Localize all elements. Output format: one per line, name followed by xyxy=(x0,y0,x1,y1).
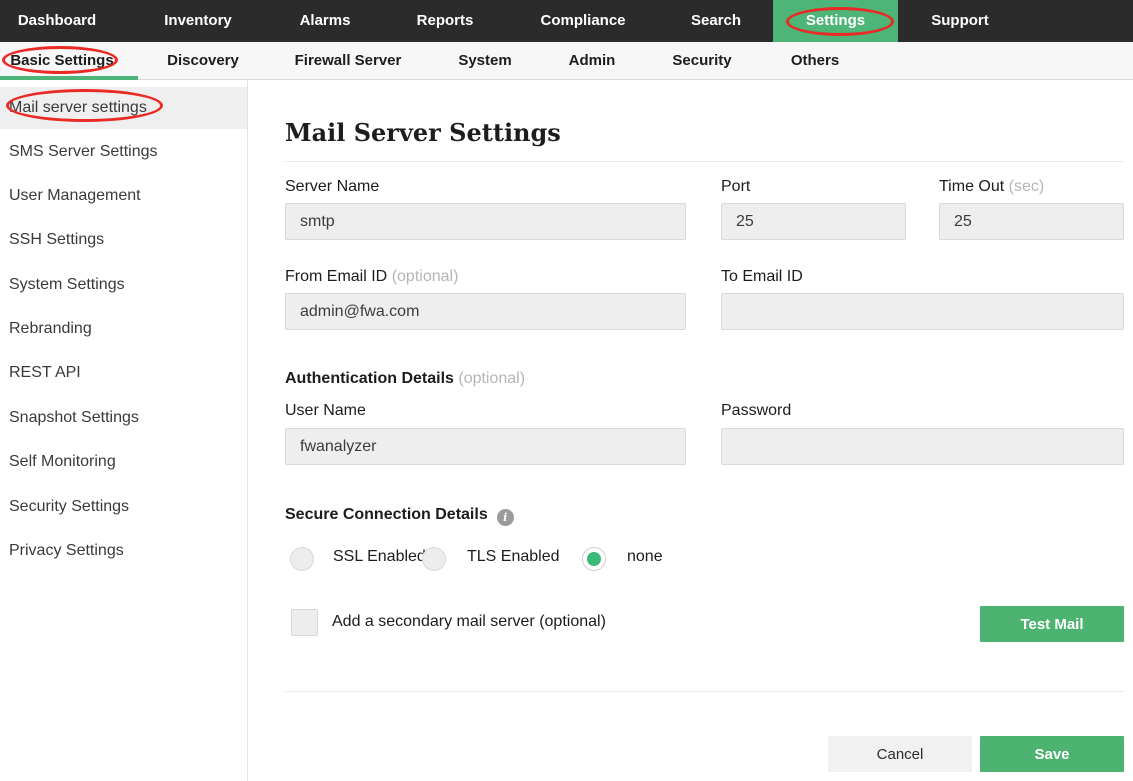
secondary-mail-server-checkbox[interactable] xyxy=(291,609,318,636)
user-name-label: User Name xyxy=(285,402,366,420)
server-name-input[interactable] xyxy=(285,203,686,240)
settings-sidebar: Mail server settings SMS Server Settings… xyxy=(0,80,248,781)
timeout-input[interactable] xyxy=(939,203,1124,240)
timeout-unit-hint: (sec) xyxy=(1009,178,1045,195)
sidebar-item-security-settings[interactable]: Security Settings xyxy=(0,486,247,528)
secondary-mail-server-label[interactable]: Add a secondary mail server (optional) xyxy=(332,613,606,631)
timeout-label: Time Out (sec) xyxy=(939,178,1044,196)
info-icon[interactable]: i xyxy=(497,509,514,526)
authentication-details-title: Authentication Details xyxy=(285,370,454,387)
sidebar-item-snapshot-settings[interactable]: Snapshot Settings xyxy=(0,397,247,439)
tls-enabled-radio[interactable] xyxy=(422,547,446,571)
nav-tab-inventory[interactable]: Inventory xyxy=(164,0,232,42)
sidebar-item-system-settings[interactable]: System Settings xyxy=(0,264,247,306)
server-name-label: Server Name xyxy=(285,178,379,196)
save-button[interactable]: Save xyxy=(980,736,1124,772)
from-email-label: From Email ID (optional) xyxy=(285,268,458,286)
from-email-optional-hint: (optional) xyxy=(392,268,459,285)
subnav-tab-others[interactable]: Others xyxy=(791,42,839,80)
nav-tab-settings-label: Settings xyxy=(806,12,865,29)
sidebar-item-user-management[interactable]: User Management xyxy=(0,175,247,217)
secure-connection-header: Secure Connection Details i xyxy=(285,506,514,526)
from-email-input[interactable] xyxy=(285,293,686,330)
none-radio-label[interactable]: none xyxy=(627,548,663,566)
user-name-input[interactable] xyxy=(285,428,686,465)
ssl-enabled-radio-label[interactable]: SSL Enabled xyxy=(333,548,426,566)
nav-tab-reports[interactable]: Reports xyxy=(417,0,474,42)
nav-tab-dashboard[interactable]: Dashboard xyxy=(18,0,96,42)
nav-tab-alarms[interactable]: Alarms xyxy=(300,0,351,42)
port-input[interactable] xyxy=(721,203,906,240)
mail-server-settings-page: Dashboard Inventory Alarms Reports Compl… xyxy=(0,0,1133,781)
sidebar-item-sms-server-settings[interactable]: SMS Server Settings xyxy=(0,131,247,173)
password-label: Password xyxy=(721,402,791,420)
subnav-tab-security[interactable]: Security xyxy=(672,42,731,80)
to-email-label: To Email ID xyxy=(721,268,803,286)
title-divider xyxy=(285,161,1124,162)
secure-connection-title: Secure Connection Details xyxy=(285,506,488,523)
subnav-tab-system[interactable]: System xyxy=(458,42,511,80)
port-label: Port xyxy=(721,178,750,196)
none-radio[interactable] xyxy=(582,547,606,571)
sidebar-item-self-monitoring[interactable]: Self Monitoring xyxy=(0,441,247,483)
sidebar-item-rest-api[interactable]: REST API xyxy=(0,352,247,394)
timeout-label-text: Time Out xyxy=(939,178,1004,195)
subnav-tab-admin[interactable]: Admin xyxy=(569,42,616,80)
sidebar-item-ssh-settings[interactable]: SSH Settings xyxy=(0,219,247,261)
password-input[interactable] xyxy=(721,428,1124,465)
subnav-tab-discovery[interactable]: Discovery xyxy=(167,42,239,80)
to-email-input[interactable] xyxy=(721,293,1124,330)
authentication-optional-hint: (optional) xyxy=(458,370,525,387)
sidebar-item-privacy-settings[interactable]: Privacy Settings xyxy=(0,530,247,572)
authentication-details-header: Authentication Details (optional) xyxy=(285,370,525,388)
sidebar-item-mail-server-settings[interactable]: Mail server settings xyxy=(0,87,247,129)
footer-divider xyxy=(285,691,1124,692)
subnav-tab-basic-settings[interactable]: Basic Settings xyxy=(10,42,113,80)
test-mail-button[interactable]: Test Mail xyxy=(980,606,1124,642)
top-navigation-bar: Dashboard Inventory Alarms Reports Compl… xyxy=(0,0,1133,42)
tls-enabled-radio-label[interactable]: TLS Enabled xyxy=(467,548,560,566)
nav-tab-compliance[interactable]: Compliance xyxy=(540,0,625,42)
subnav-tab-firewall-server[interactable]: Firewall Server xyxy=(295,42,402,80)
nav-tab-settings[interactable]: Settings xyxy=(773,0,898,42)
ssl-enabled-radio[interactable] xyxy=(290,547,314,571)
nav-tab-search[interactable]: Search xyxy=(691,0,741,42)
from-email-label-text: From Email ID xyxy=(285,268,387,285)
nav-tab-support[interactable]: Support xyxy=(931,0,989,42)
cancel-button[interactable]: Cancel xyxy=(828,736,972,772)
page-title: Mail Server Settings xyxy=(285,118,561,147)
sidebar-item-rebranding[interactable]: Rebranding xyxy=(0,308,247,350)
